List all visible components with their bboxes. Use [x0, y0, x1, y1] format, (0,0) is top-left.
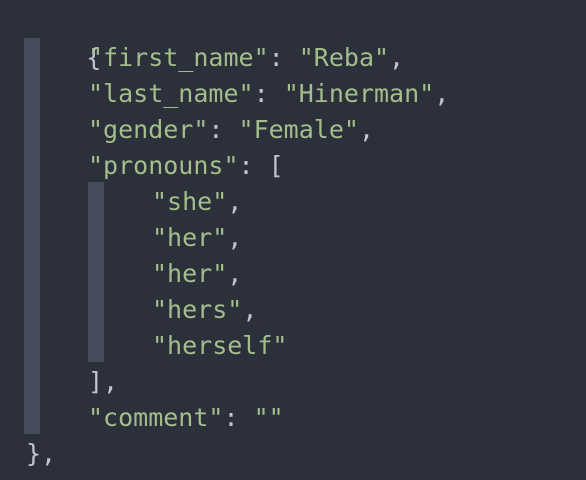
json-value: "" — [253, 403, 284, 432]
json-value: "Female" — [238, 115, 359, 144]
json-key: "pronouns" — [88, 151, 239, 180]
array-item: "herself" — [152, 331, 288, 360]
code-line-12: "comment": "" — [88, 400, 284, 436]
separator: : — [208, 115, 239, 144]
comma: , — [389, 43, 405, 72]
comma: , — [242, 295, 258, 324]
close-brace: }, — [26, 439, 57, 468]
comma: , — [358, 115, 375, 144]
code-line-7: "her", — [152, 220, 242, 256]
json-key: "gender" — [88, 115, 209, 144]
code-line-6: "she", — [152, 184, 242, 220]
array-item: "she" — [152, 187, 228, 216]
json-value: "Reba" — [298, 43, 390, 72]
code-editor[interactable]: { "first_name": "Reba", "last_name": "Hi… — [0, 0, 586, 480]
separator: : — [268, 43, 299, 72]
code-line-11: ], — [88, 364, 118, 400]
code-line-5: "pronouns": [ — [88, 148, 284, 184]
code-line-2: "first_name": "Reba", — [88, 40, 404, 76]
code-line-9: "hers", — [152, 292, 257, 328]
code-line-8: "her", — [152, 256, 242, 292]
code-line-1: { — [26, 4, 101, 72]
json-key: "first_name" — [88, 43, 269, 72]
close-bracket: ], — [88, 367, 119, 396]
code-line-10: "herself" — [152, 328, 287, 364]
json-value: "Hinerman" — [283, 79, 435, 108]
comma: , — [227, 259, 243, 288]
code-line-4: "gender": "Female", — [88, 112, 374, 148]
separator: : — [253, 79, 284, 108]
comma: , — [434, 79, 450, 108]
code-line-3: "last_name": "Hinerman", — [88, 76, 449, 112]
separator: : — [238, 151, 269, 180]
array-item: "her" — [152, 259, 228, 288]
code-line-13: }, — [26, 436, 56, 472]
json-key: "last_name" — [88, 79, 254, 108]
comma: , — [227, 223, 243, 252]
array-item: "her" — [152, 223, 228, 252]
json-key: "comment" — [88, 403, 224, 432]
open-bracket: [ — [268, 151, 284, 180]
separator: : — [223, 403, 254, 432]
comma: , — [227, 187, 243, 216]
array-item: "hers" — [152, 295, 243, 324]
indent-guide-inner — [88, 182, 104, 362]
